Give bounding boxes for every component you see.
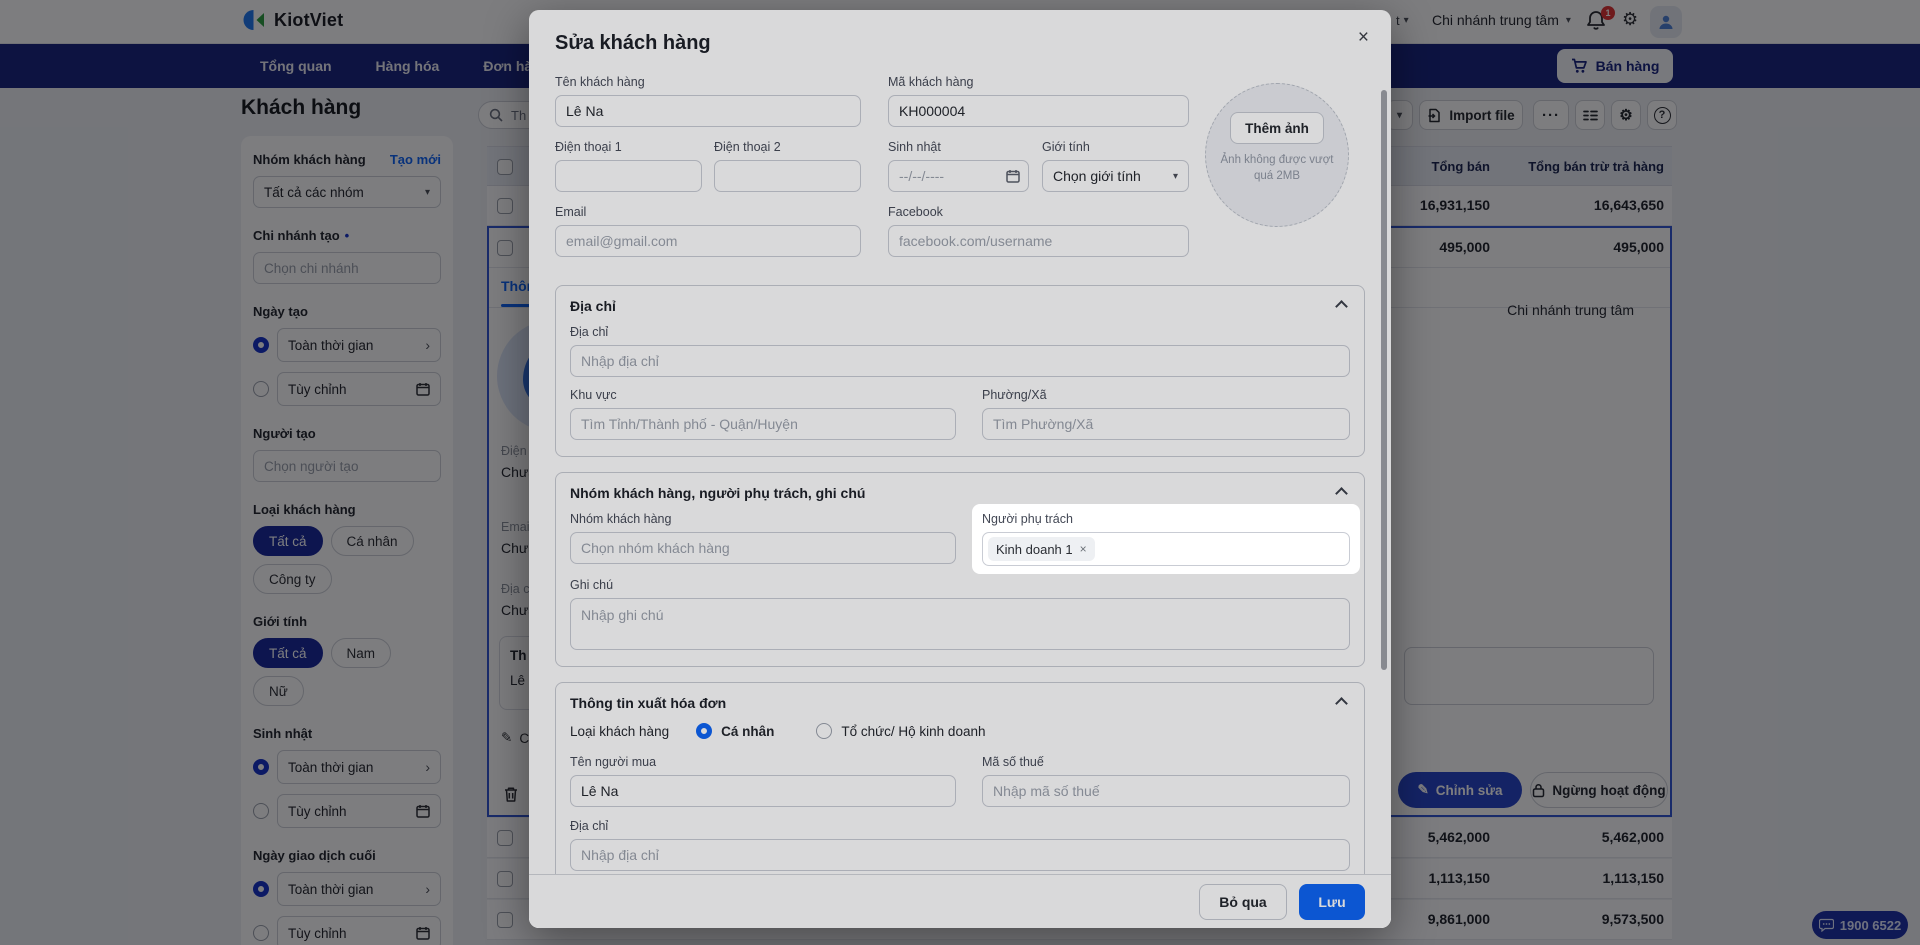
address-label: Địa chỉ [570,325,609,339]
type-personal-label[interactable]: Cá nhân [721,724,774,739]
chevron-up-icon[interactable] [1335,486,1348,500]
birthday-label: Sinh nhật [888,140,941,154]
app-window: KiotViet t ▾ Chi nhánh trung tâm ▾ 1 ⚙ [0,0,1920,945]
facebook-input[interactable] [888,225,1189,257]
phone1-input[interactable] [555,160,702,192]
group-section-title: Nhóm khách hàng, người phụ trách, ghi ch… [570,485,866,501]
skip-button[interactable]: Bỏ qua [1199,883,1287,920]
remove-tag-icon[interactable]: × [1080,542,1087,556]
invoice-section: Thông tin xuất hóa đơn Loại khách hàng C… [555,682,1365,888]
name-label: Tên khách hàng [555,75,645,89]
email-label: Email [555,205,587,219]
avatar-upload-area[interactable]: Thêm ảnh Ảnh không được vượt quá 2MB [1205,83,1349,227]
customer-name-input[interactable] [555,95,861,127]
ward-label: Phường/Xã [982,388,1047,402]
address-section-title: Địa chỉ [570,298,616,314]
tax-code-label: Mã số thuế [982,755,1044,769]
invoice-section-title: Thông tin xuất hóa đơn [570,695,727,711]
facebook-label: Facebook [888,205,943,219]
customer-group-label: Nhóm khách hàng [570,512,672,526]
tax-code-input[interactable] [982,775,1350,807]
close-icon[interactable]: × [1358,28,1369,47]
email-input[interactable] [555,225,861,257]
group-section: Nhóm khách hàng, người phụ trách, ghi ch… [555,472,1365,667]
invoice-type-label: Loại khách hàng [570,723,670,739]
save-button[interactable]: Lưu [1299,883,1365,920]
invoice-address-label: Địa chỉ [570,819,609,833]
phone2-label: Điện thoại 2 [714,140,781,154]
area-label: Khu vực [570,388,617,402]
note-label: Ghi chú [570,578,614,592]
type-personal-radio[interactable] [696,723,713,739]
invoice-address-input[interactable] [570,839,1350,871]
gender-label: Giới tính [1042,140,1090,154]
customer-code-input[interactable] [888,95,1189,127]
modal-scrollbar[interactable] [1381,90,1387,670]
manager-tag: Kinh doanh 1 × [988,537,1095,561]
phone1-label: Điện thoại 1 [555,140,622,154]
note-textarea[interactable] [570,598,1350,650]
buyer-name-label: Tên người mua [570,755,657,769]
calendar-icon [1006,169,1020,183]
manager-spotlight: Người phụ trách Kinh doanh 1 × [972,504,1360,574]
buyer-name-input[interactable] [570,775,956,807]
manager-input[interactable]: Kinh doanh 1 × [982,532,1350,566]
add-photo-button[interactable]: Thêm ảnh [1230,112,1324,144]
phone2-input[interactable] [714,160,861,192]
area-input[interactable] [570,408,956,440]
chevron-up-icon[interactable] [1335,299,1348,313]
customer-group-input[interactable] [570,532,956,564]
address-input[interactable] [570,345,1350,377]
address-section: Địa chỉ Địa chỉ Khu vực Phường/Xã [555,285,1365,457]
chevron-up-icon[interactable] [1335,696,1348,710]
ward-input[interactable] [982,408,1350,440]
modal-footer: Bỏ qua Lưu [529,874,1391,928]
avatar-note: Ảnh không được vượt quá 2MB [1220,154,1334,182]
code-label: Mã khách hàng [888,75,974,89]
type-org-radio[interactable] [816,723,833,739]
chevron-down-icon: ▾ [1172,170,1178,182]
type-org-label[interactable]: Tổ chức/ Hộ kinh doanh [841,724,985,739]
edit-customer-modal: Sửa khách hàng × Tên khách hàng Mã khách… [529,10,1391,928]
gender-select[interactable]: Chọn giới tính ▾ [1042,160,1189,192]
modal-title: Sửa khách hàng [555,32,711,54]
manager-label: Người phụ trách [982,512,1073,526]
